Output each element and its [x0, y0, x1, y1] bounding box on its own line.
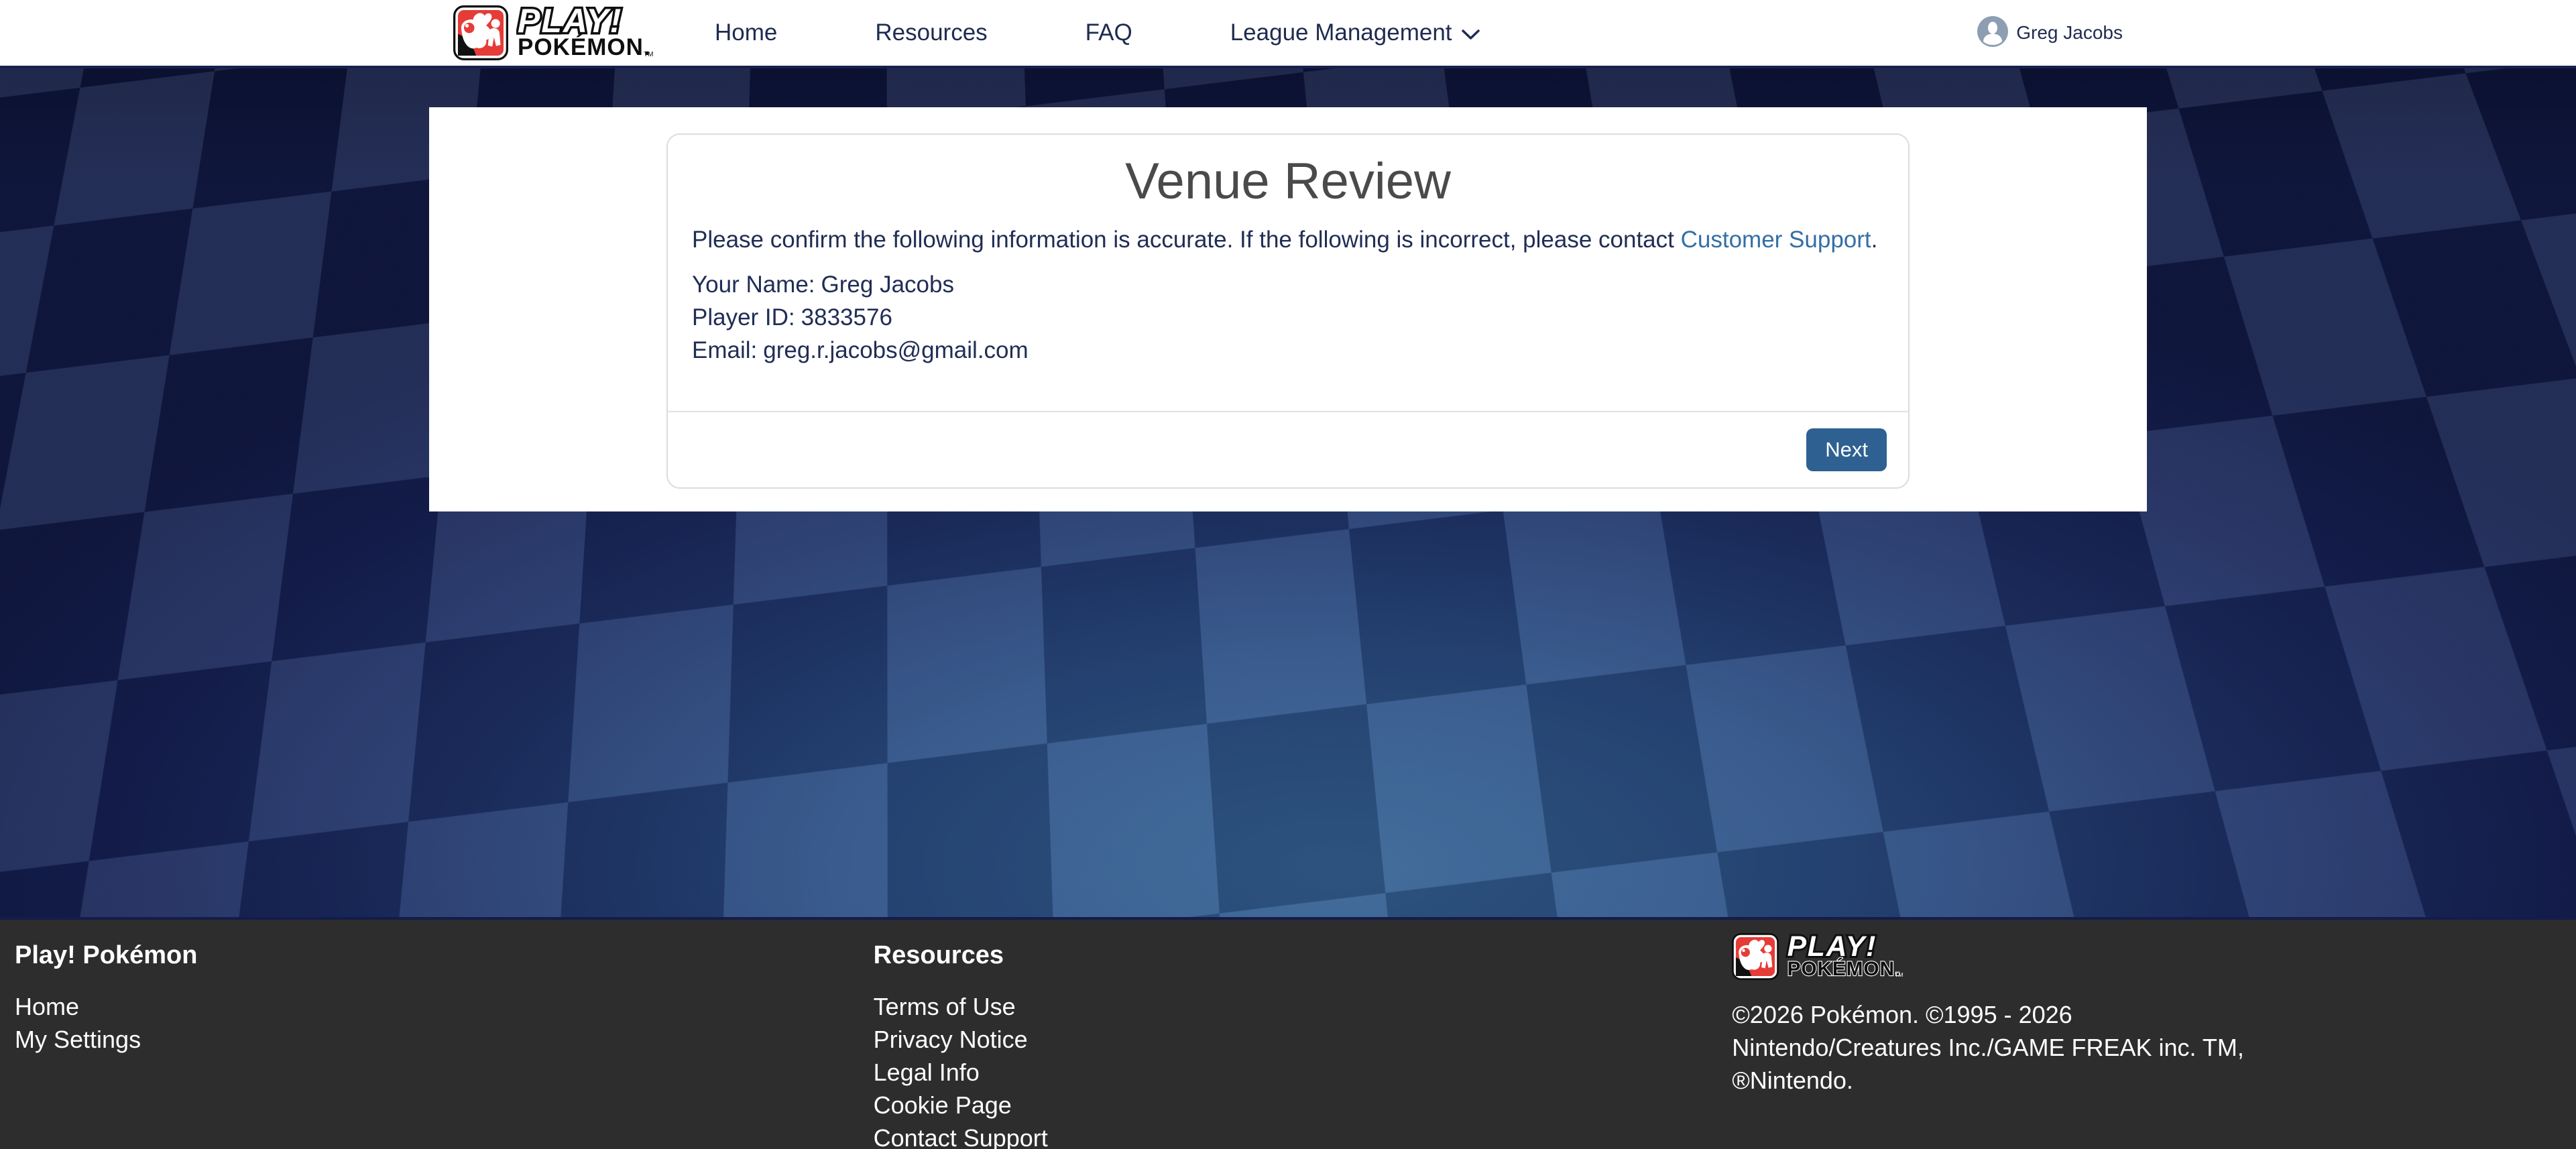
- copyright-text: ©2026 Pokémon. ©1995 - 2026 Nintendo/Cre…: [1732, 998, 2576, 1097]
- play-pokemon-logo[interactable]: PLAY! POKÉMON. TM: [453, 5, 653, 60]
- page-title: Venue Review: [668, 152, 1908, 210]
- nav-link-home[interactable]: Home: [715, 19, 777, 46]
- field-player-id-label: Player ID:: [692, 304, 795, 330]
- nav-link-resources-label: Resources: [875, 19, 987, 46]
- next-button[interactable]: Next: [1806, 428, 1887, 471]
- pokeball-badge-icon: [1732, 933, 1779, 983]
- field-your-name-value: Greg Jacobs: [821, 271, 954, 298]
- logo-wordmark: PLAY! POKÉMON. TM: [516, 5, 653, 60]
- field-email-value: greg.r.jacobs@gmail.com: [763, 337, 1028, 363]
- footer-column-resources: Resources Terms of Use Privacy Notice Le…: [859, 920, 1718, 1149]
- pokeball-badge-icon: [453, 5, 508, 60]
- field-player-id: Player ID:3833576: [692, 301, 1884, 334]
- intro-suffix: .: [1871, 227, 1878, 253]
- field-email-label: Email:: [692, 337, 757, 363]
- intro-prefix: Please confirm the following information…: [692, 227, 1681, 253]
- logo-pokemon-text: POKÉMON.: [518, 34, 651, 60]
- copyright-line-2: Nintendo/Creatures Inc./GAME FREAK inc. …: [1732, 1031, 2576, 1064]
- intro-text: Please confirm the following information…: [692, 225, 1884, 255]
- navbar-container: PLAY! POKÉMON. TM Home Resources FAQ Lea…: [429, 0, 2147, 66]
- field-player-id-value: 3833576: [801, 304, 892, 330]
- page-body: Venue Review Please confirm the followin…: [0, 68, 2576, 917]
- footer-heading-resources: Resources: [874, 941, 1718, 970]
- nav-link-faq[interactable]: FAQ: [1086, 19, 1132, 46]
- user-name: Greg Jacobs: [2016, 22, 2123, 44]
- footer-link-cookie-page[interactable]: Cookie Page: [874, 1089, 1718, 1122]
- user-avatar-icon: [1977, 16, 2008, 50]
- logo-wordmark: PLAY! POKÉMON. TM: [1785, 933, 1904, 983]
- logo-tm-text: TM: [644, 51, 653, 58]
- footer-link-home[interactable]: Home: [15, 990, 859, 1023]
- footer-link-contact-support[interactable]: Contact Support: [874, 1122, 1718, 1149]
- footer-link-terms-of-use[interactable]: Terms of Use: [874, 990, 1718, 1023]
- user-menu[interactable]: Greg Jacobs: [1977, 16, 2123, 50]
- player-info: Your Name:Greg Jacobs Player ID:3833576 …: [692, 268, 1884, 367]
- card-footer: Next: [668, 411, 1908, 487]
- nav-link-faq-label: FAQ: [1086, 19, 1132, 46]
- page-footer: Play! Pokémon Home My Settings Resources…: [0, 920, 2576, 1149]
- footer-link-legal-info[interactable]: Legal Info: [874, 1056, 1718, 1089]
- content-panel: Venue Review Please confirm the followin…: [429, 107, 2147, 511]
- customer-support-link[interactable]: Customer Support: [1681, 227, 1871, 253]
- footer-heading-play-pokemon: Play! Pokémon: [15, 941, 859, 970]
- nav-link-resources[interactable]: Resources: [875, 19, 987, 46]
- field-email: Email:greg.r.jacobs@gmail.com: [692, 334, 1884, 367]
- logo-pokemon-text: POKÉMON.: [1788, 957, 1901, 980]
- nav-link-home-label: Home: [715, 19, 777, 46]
- field-your-name-label: Your Name:: [692, 271, 815, 298]
- main-navigation: Home Resources FAQ League Management: [715, 19, 1480, 46]
- footer-link-privacy-notice[interactable]: Privacy Notice: [874, 1023, 1718, 1056]
- footer-link-my-settings[interactable]: My Settings: [15, 1023, 859, 1056]
- nav-link-league-management-label: League Management: [1230, 19, 1452, 46]
- venue-review-card: Venue Review Please confirm the followin…: [666, 133, 1910, 489]
- footer-column-play-pokemon: Play! Pokémon Home My Settings: [0, 920, 859, 1149]
- chevron-down-icon: [1462, 19, 1480, 46]
- copyright-line-1: ©2026 Pokémon. ©1995 - 2026: [1732, 998, 2576, 1031]
- footer-column-brand: PLAY! POKÉMON. TM ©2026 Pokémon. ©1995 -…: [1717, 920, 2576, 1149]
- nav-dropdown-league-management[interactable]: League Management: [1230, 19, 1480, 46]
- logo-tm-text: TM: [1895, 971, 1903, 978]
- top-navbar: PLAY! POKÉMON. TM Home Resources FAQ Lea…: [0, 0, 2576, 68]
- footer-play-pokemon-logo: PLAY! POKÉMON. TM: [1732, 933, 2576, 983]
- field-your-name: Your Name:Greg Jacobs: [692, 268, 1884, 301]
- copyright-line-3: ®Nintendo.: [1732, 1064, 2576, 1097]
